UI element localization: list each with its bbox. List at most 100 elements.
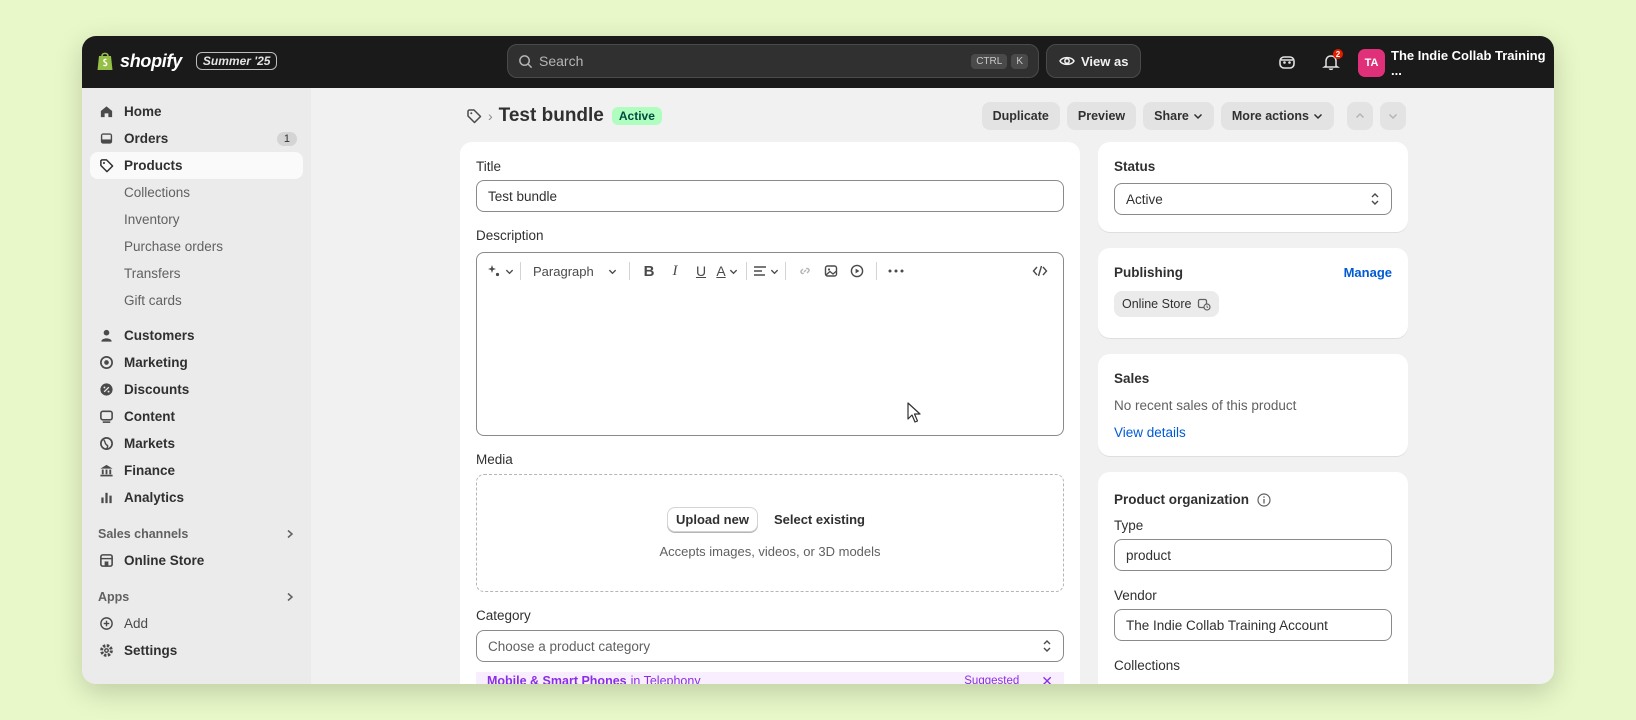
- status-card: Status Active: [1098, 142, 1408, 232]
- sidebar-subitem-gift-cards[interactable]: Gift cards: [90, 287, 303, 314]
- next-product-button[interactable]: [1380, 102, 1406, 130]
- media-hint: Accepts images, videos, or 3D models: [659, 544, 881, 559]
- sidebar: Home Orders 1 Products Collections Inven…: [82, 88, 311, 684]
- store-menu[interactable]: TA The Indie Collab Training ...: [1358, 48, 1554, 78]
- sidebar-item-content[interactable]: Content: [90, 403, 303, 430]
- media-dropzone[interactable]: Upload new Select existing Accepts image…: [476, 474, 1064, 592]
- align-button[interactable]: [753, 259, 779, 283]
- share-label: Share: [1154, 109, 1189, 123]
- bar-chart-icon: [98, 490, 114, 506]
- sidebar-item-markets[interactable]: Markets: [90, 430, 303, 457]
- sidebar-item-orders[interactable]: Orders 1: [90, 125, 303, 152]
- category-suggestion[interactable]: Mobile & Smart Phones in Telephony Sugge…: [476, 672, 1064, 684]
- more-actions-label: More actions: [1231, 109, 1309, 123]
- share-button[interactable]: Share: [1143, 102, 1214, 130]
- sidebar-item-label: Home: [124, 104, 162, 119]
- sidebar-item-analytics[interactable]: Analytics: [90, 484, 303, 511]
- sidebar-item-label: Online Store: [124, 553, 205, 568]
- more-formatting-button[interactable]: [883, 259, 909, 283]
- store-avatar: TA: [1358, 49, 1385, 77]
- discount-icon: [98, 382, 114, 398]
- insert-video-button[interactable]: [844, 259, 870, 283]
- notifications-button[interactable]: 2: [1318, 49, 1344, 75]
- sidebar-item-settings[interactable]: Settings: [90, 637, 303, 664]
- title-label: Title: [476, 159, 502, 174]
- magic-icon: [488, 265, 500, 277]
- page-title: Test bundle: [498, 105, 604, 126]
- sales-channel-chip[interactable]: Online Store: [1114, 291, 1220, 317]
- sidebar-item-online-store[interactable]: Online Store: [90, 547, 303, 574]
- sidebar-subitem-collections[interactable]: Collections: [90, 179, 303, 206]
- main-content: › Test bundle Active Duplicate Preview S…: [311, 88, 1554, 684]
- preview-button[interactable]: Preview: [1066, 102, 1137, 130]
- paragraph-label: Paragraph: [533, 263, 594, 279]
- sidebar-item-products[interactable]: Products: [90, 152, 303, 179]
- upload-new-button[interactable]: Upload new: [667, 507, 758, 532]
- view-as-button[interactable]: View as: [1046, 44, 1142, 78]
- manage-link[interactable]: Manage: [1344, 265, 1392, 280]
- media-label: Media: [476, 452, 513, 467]
- select-existing-button[interactable]: Select existing: [766, 508, 873, 531]
- status-label: Status: [1114, 159, 1156, 174]
- search-input[interactable]: [539, 53, 968, 69]
- sidebar-item-marketing[interactable]: Marketing: [90, 349, 303, 376]
- ellipsis-icon: [888, 269, 904, 273]
- shopify-bag-icon: [97, 52, 113, 70]
- vendor-input[interactable]: The Indie Collab Training Account: [1114, 609, 1392, 641]
- toolbar-divider: [876, 262, 877, 280]
- more-actions-button[interactable]: More actions: [1220, 102, 1334, 130]
- sidekick-icon: [1279, 56, 1295, 69]
- sales-text: No recent sales of this product: [1114, 398, 1297, 413]
- bold-button[interactable]: B: [636, 259, 662, 283]
- media-buttons: Upload new Select existing: [667, 507, 873, 532]
- sidebar-item-home[interactable]: Home: [90, 98, 303, 125]
- edition-badge[interactable]: Summer '25: [195, 52, 278, 70]
- underline-button[interactable]: U: [688, 259, 714, 283]
- shopify-logo[interactable]: shopify Summer '25: [96, 50, 278, 72]
- description-editor[interactable]: Paragraph B I U A: [476, 252, 1064, 436]
- mouse-cursor-icon: [907, 402, 921, 423]
- italic-button[interactable]: I: [662, 259, 688, 283]
- status-badge: Active: [611, 107, 662, 125]
- chevron-right-icon: [287, 592, 294, 602]
- tag-icon[interactable]: [466, 108, 482, 124]
- product-organization-title: Product organization: [1114, 492, 1249, 507]
- sidebar-subitem-purchase-orders[interactable]: Purchase orders: [90, 233, 303, 260]
- type-input[interactable]: product: [1114, 539, 1392, 571]
- view-details-link[interactable]: View details: [1114, 425, 1186, 440]
- chevron-down-icon: [770, 269, 779, 274]
- status-select[interactable]: Active: [1114, 183, 1392, 215]
- info-icon[interactable]: [1257, 492, 1271, 507]
- duplicate-button[interactable]: Duplicate: [981, 102, 1060, 130]
- sidebar-item-finance[interactable]: Finance: [90, 457, 303, 484]
- suggested-category-name: Mobile & Smart Phones: [487, 674, 627, 684]
- sidebar-item-discounts[interactable]: Discounts: [90, 376, 303, 403]
- inbox-icon: [98, 131, 114, 147]
- sidebar-item-label: Content: [124, 409, 175, 424]
- search-bar[interactable]: CTRL K: [507, 44, 1039, 78]
- previous-product-button[interactable]: [1347, 102, 1373, 130]
- insert-image-button[interactable]: [818, 259, 844, 283]
- calendar-clock-icon: [1198, 298, 1212, 311]
- link-button[interactable]: [792, 259, 818, 283]
- apps-section[interactable]: Apps: [90, 584, 303, 610]
- sidebar-subitem-transfers[interactable]: Transfers: [90, 260, 303, 287]
- title-input[interactable]: Test bundle: [476, 180, 1064, 212]
- text-color-button[interactable]: A: [714, 259, 740, 283]
- sales-channels-section[interactable]: Sales channels: [90, 521, 303, 547]
- sidebar-item-customers[interactable]: Customers: [90, 322, 303, 349]
- html-view-button[interactable]: [1027, 259, 1053, 283]
- ai-generate-button[interactable]: [487, 259, 514, 283]
- sidebar-item-add-app[interactable]: Add: [90, 610, 303, 637]
- category-select[interactable]: Choose a product category: [476, 630, 1064, 662]
- category-label: Category: [476, 608, 531, 623]
- paragraph-format-select[interactable]: Paragraph: [527, 259, 623, 283]
- top-bar: shopify Summer '25 CTRL K View as 2 TA T…: [82, 36, 1554, 88]
- text-color-icon: A: [716, 263, 726, 279]
- type-label: Type: [1114, 518, 1144, 533]
- sales-channels-title: Sales channels: [98, 527, 189, 541]
- sidebar-item-label: Discounts: [124, 382, 190, 397]
- sidebar-subitem-inventory[interactable]: Inventory: [90, 206, 303, 233]
- sidekick-button[interactable]: [1274, 49, 1300, 75]
- dismiss-suggestion-icon[interactable]: ✕: [1041, 673, 1053, 685]
